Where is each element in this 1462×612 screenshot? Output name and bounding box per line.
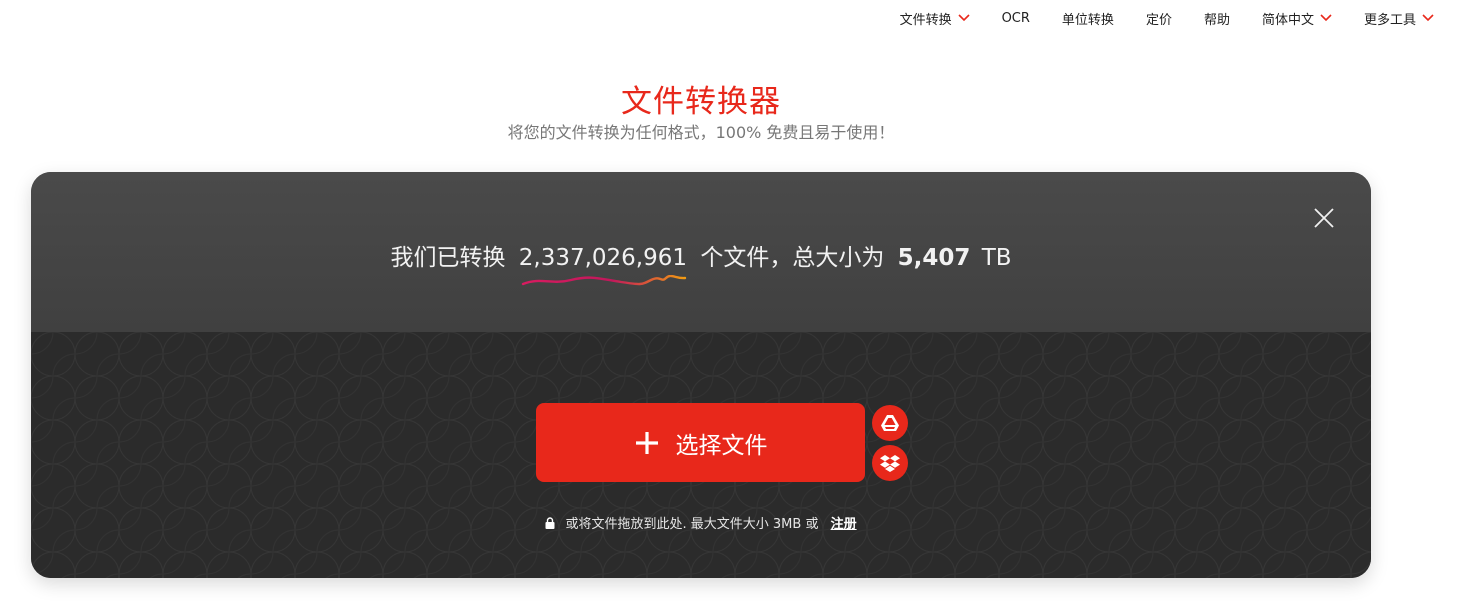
size-unit: TB (981, 245, 1012, 271)
nav-item-label: 简体中文 (1261, 12, 1314, 28)
close-icon[interactable] (1313, 207, 1335, 229)
nav-item-pricing[interactable]: 定价 (1130, 0, 1188, 36)
converter-card: 我们已转换 2,337,026,961 个文件，总大小为 5,407 TB 选择… (31, 172, 1371, 578)
stats-middle: 个文件，总大小为 (700, 245, 885, 271)
squiggle-underline (521, 275, 686, 286)
nav-item-label: 单位转换 (1061, 12, 1114, 28)
nav-item-label: 帮助 (1203, 12, 1230, 28)
google-drive-icon (881, 415, 899, 431)
nav-item-label: 定价 (1145, 12, 1172, 28)
nav-item-unit-convert[interactable]: 单位转换 (1046, 0, 1130, 36)
nav-item-label: 更多工具 (1363, 12, 1416, 28)
total-size: 5,407 (897, 245, 971, 271)
chevron-down-icon (958, 14, 970, 22)
drop-text: 或将文件拖放到此处. 最大文件大小 3MB 或 (565, 517, 819, 532)
nav-item-file-convert[interactable]: 文件转换 (884, 0, 986, 36)
nav-item-language[interactable]: 简体中文 (1246, 0, 1348, 36)
dropbox-button[interactable] (872, 445, 908, 481)
nav-item-ocr[interactable]: OCR (986, 0, 1046, 36)
signup-link[interactable]: 注册 (831, 517, 857, 532)
converted-count-wrapper: 2,337,026,961 (518, 245, 688, 286)
top-navigation: 文件转换 OCR 单位转换 定价 帮助 简体中文 更多工具 (884, 0, 1450, 36)
nav-item-label: 文件转换 (899, 12, 952, 28)
drop-instructions: 或将文件拖放到此处. 最大文件大小 3MB 或 注册 (31, 513, 1371, 532)
plus-icon (635, 431, 658, 454)
nav-item-help[interactable]: 帮助 (1188, 0, 1246, 36)
page-title: 文件转换器 (621, 84, 781, 120)
chevron-down-icon (1320, 14, 1332, 22)
stats-banner: 我们已转换 2,337,026,961 个文件，总大小为 5,407 TB (31, 172, 1371, 332)
nav-item-more-tools[interactable]: 更多工具 (1348, 0, 1450, 36)
conversion-stats: 我们已转换 2,337,026,961 个文件，总大小为 5,407 TB (31, 238, 1371, 286)
converted-count: 2,337,026,961 (518, 245, 688, 271)
page-subtitle: 将您的文件转换为任何格式，100% 免费且易于使用！ (507, 123, 895, 142)
stats-prefix: 我们已转换 (390, 245, 506, 271)
google-drive-button[interactable] (872, 405, 908, 441)
nav-item-label: OCR (1001, 10, 1030, 26)
chevron-down-icon (1422, 14, 1434, 22)
dropbox-icon (880, 455, 900, 472)
choose-file-label: 选择文件 (675, 432, 768, 459)
lock-icon (545, 517, 555, 529)
choose-file-button[interactable]: 选择文件 (536, 403, 865, 482)
